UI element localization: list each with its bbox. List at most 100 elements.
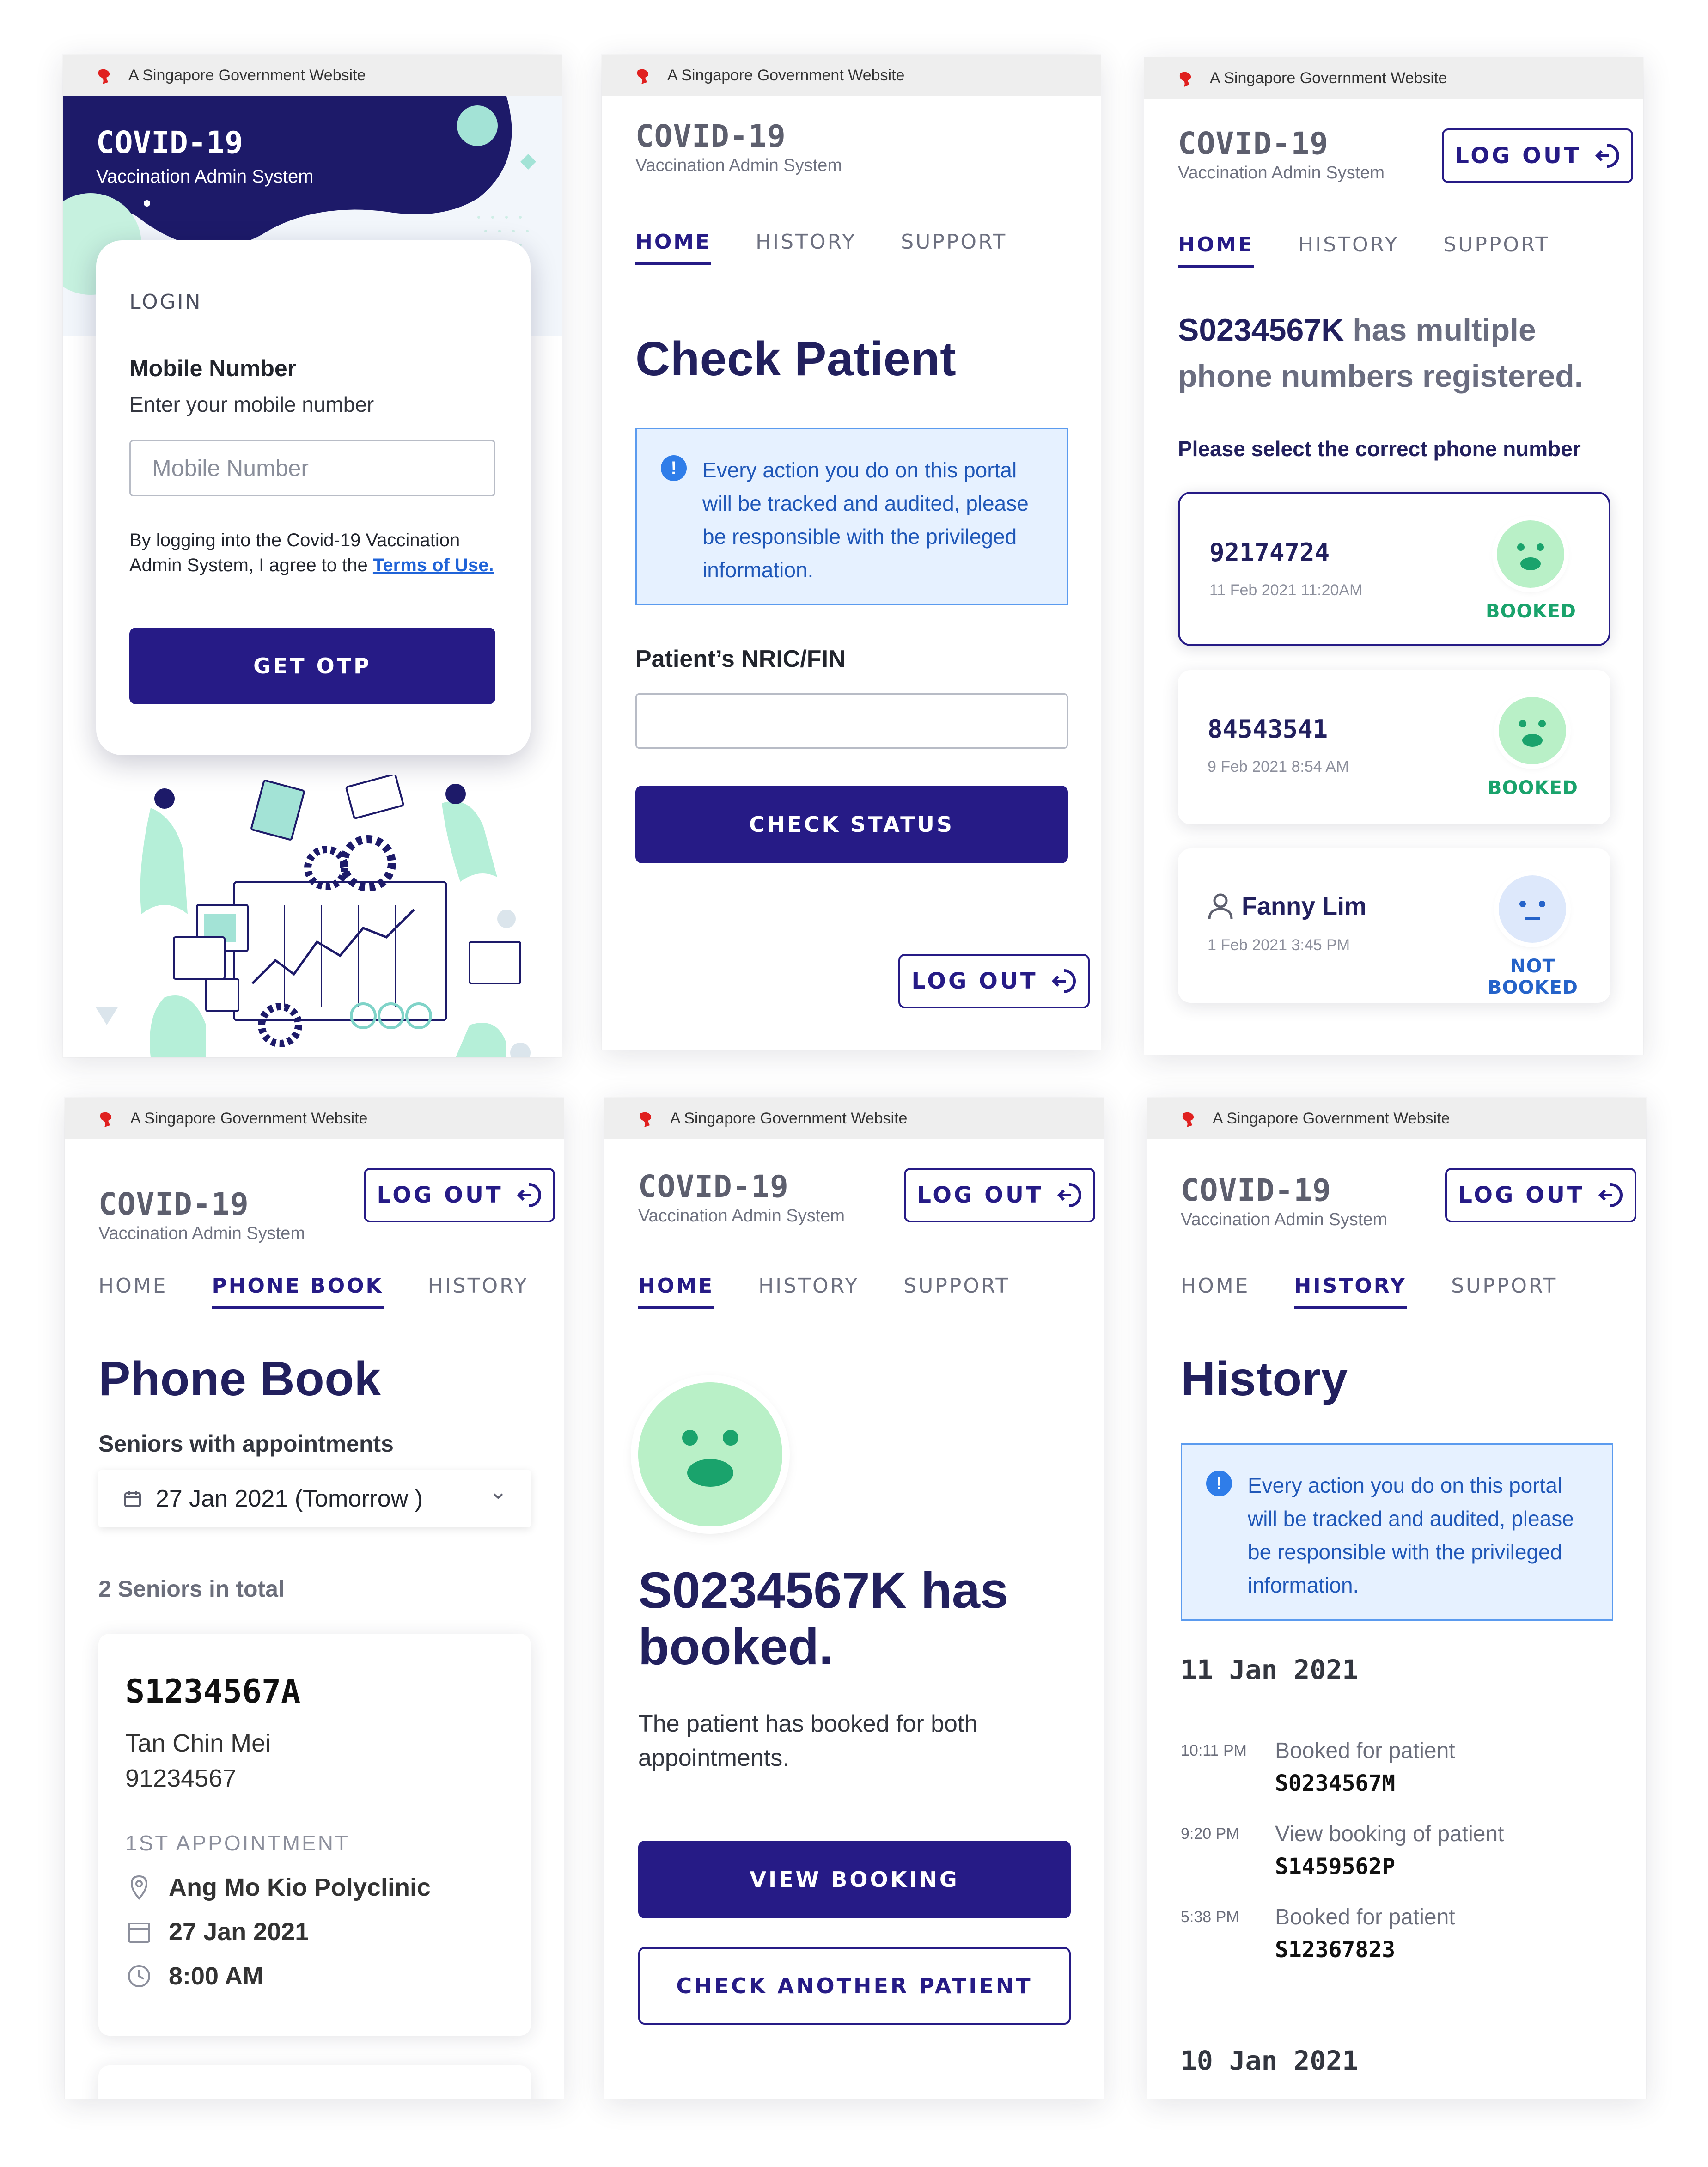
select-number-prompt: Please select the correct phone number — [1178, 437, 1581, 461]
history-action: Booked for patient — [1275, 1905, 1455, 1929]
happy-face-icon — [638, 1382, 782, 1526]
logout-icon — [1051, 969, 1076, 993]
patient-id: S0234567K — [1178, 312, 1344, 348]
audit-notice: ! Every action you do on this portal wil… — [1181, 1443, 1613, 1621]
logout-label: LOG OUT — [917, 1182, 1043, 1208]
tab-support[interactable]: SUPPORT — [903, 1274, 1010, 1309]
singapore-lion-icon — [637, 69, 649, 84]
date-select[interactable]: 27 Jan 2021 (Tomorrow ) — [98, 1470, 531, 1527]
tab-history[interactable]: HISTORY — [1294, 1274, 1407, 1309]
history-time: 5:38 PM — [1181, 1908, 1239, 1926]
logout-button[interactable]: LOG OUT — [904, 1168, 1095, 1222]
tab-support[interactable]: SUPPORT — [901, 230, 1007, 265]
info-icon: ! — [1206, 1471, 1232, 1496]
gov-banner: A Singapore Government Website — [1147, 1098, 1646, 1139]
logout-button[interactable]: LOG OUT — [1445, 1168, 1636, 1222]
phone-timestamp: 11 Feb 2021 11:20AM — [1209, 581, 1363, 599]
app-title: COVID-19 — [1181, 1172, 1331, 1208]
brand: COVID-19 Vaccination Admin System — [638, 1169, 845, 1226]
senior-card[interactable]: S1234567A Tan Chin Mei 91234567 1ST APPO… — [98, 1634, 531, 2036]
booking-status: NOT BOOKED — [1487, 956, 1579, 998]
app-subtitle: Vaccination Admin System — [1181, 1210, 1388, 1229]
tab-history[interactable]: HISTORY — [1298, 233, 1399, 268]
gov-banner-text: A Singapore Government Website — [667, 66, 905, 84]
history-date: 11 Jan 2021 — [1181, 1654, 1359, 1685]
tab-home[interactable]: HOME — [1181, 1274, 1250, 1309]
logout-icon — [1057, 1183, 1081, 1207]
singapore-lion-icon — [1179, 72, 1191, 87]
appointment-time: 8:00 AM — [125, 1962, 263, 1990]
check-status-button[interactable]: CHECK STATUS — [635, 786, 1068, 863]
brand: COVID-19 Vaccination Admin System — [98, 1186, 305, 1244]
app-title: COVID-19 — [98, 1186, 249, 1222]
brand: COVID-19 Vaccination Admin System — [635, 118, 842, 176]
appointment-label: 1ST APPOINTMENT — [125, 1831, 350, 1855]
gov-banner: A Singapore Government Website — [602, 55, 1101, 96]
main-tabs: HOME HISTORY SUPPORT — [1181, 1274, 1557, 1309]
tab-phone-book[interactable]: PHONE BOOK — [212, 1274, 384, 1309]
mobile-number-input[interactable]: Mobile Number — [129, 440, 495, 496]
app-subtitle: Vaccination Admin System — [98, 1224, 305, 1243]
nric-label: Patient’s NRIC/FIN — [635, 646, 846, 672]
seniors-total: 2 Seniors in total — [98, 1576, 285, 1602]
logout-button[interactable]: LOG OUT — [364, 1168, 555, 1222]
tab-support[interactable]: SUPPORT — [1451, 1274, 1557, 1309]
login-screen: A Singapore Government Website COVID-19 … — [63, 55, 562, 1057]
senior-card[interactable] — [98, 2065, 531, 2099]
nric-input[interactable] — [635, 693, 1068, 749]
page-title: Phone Book — [98, 1352, 381, 1406]
tab-home[interactable]: HOME — [98, 1274, 167, 1309]
gov-banner: A Singapore Government Website — [65, 1098, 564, 1139]
audit-notice-text: Every action you do on this portal will … — [1248, 1473, 1574, 1597]
history-time: 9:20 PM — [1181, 1825, 1239, 1843]
logout-button[interactable]: LOG OUT — [1442, 128, 1633, 183]
get-otp-button[interactable]: GET OTP — [129, 628, 495, 704]
location-pin-icon — [130, 1875, 148, 1900]
appointment-date: 27 Jan 2021 — [125, 1917, 309, 1946]
brand: COVID-19 Vaccination Admin System — [1181, 1172, 1387, 1230]
phone-card[interactable]: Fanny Lim 1 Feb 2021 3:45 PM NOT BOOKED — [1178, 848, 1610, 1003]
check-another-patient-button[interactable]: CHECK ANOTHER PATIENT — [638, 1947, 1071, 2025]
booking-status: BOOKED — [1487, 777, 1579, 799]
tab-history[interactable]: HISTORY — [428, 1274, 529, 1309]
singapore-lion-icon — [1182, 1112, 1194, 1127]
check-patient-screen: A Singapore Government Website COVID-19 … — [602, 55, 1101, 1050]
history-time: 10:11 PM — [1181, 1742, 1247, 1759]
tab-home[interactable]: HOME — [1178, 233, 1254, 268]
senior-phone: 91234567 — [125, 1764, 237, 1792]
phone-timestamp: 1 Feb 2021 3:45 PM — [1208, 936, 1350, 954]
tab-history[interactable]: HISTORY — [758, 1274, 859, 1309]
terms-notice: By logging into the Covid-19 Vaccination… — [129, 528, 494, 578]
date-select-value: 27 Jan 2021 (Tomorrow ) — [156, 1485, 423, 1512]
phone-card[interactable]: 92174724 11 Feb 2021 11:20AM BOOKED — [1178, 492, 1610, 646]
app-title: COVID-19 — [1178, 126, 1329, 161]
gov-banner-text: A Singapore Government Website — [670, 1109, 908, 1127]
tab-history[interactable]: HISTORY — [756, 230, 856, 265]
tab-home[interactable]: HOME — [635, 230, 712, 265]
singapore-lion-icon — [100, 1112, 112, 1127]
singapore-lion-icon — [640, 1112, 652, 1127]
tab-home[interactable]: HOME — [638, 1274, 714, 1309]
terms-of-use-link[interactable]: Terms of Use. — [373, 555, 494, 575]
hero-title: COVID-19 — [96, 125, 243, 160]
view-booking-button[interactable]: VIEW BOOKING — [638, 1841, 1071, 1918]
logout-label: LOG OUT — [1458, 1182, 1585, 1208]
gov-banner-text: A Singapore Government Website — [1213, 1109, 1450, 1127]
booked-description: The patient has booked for both appointm… — [638, 1710, 978, 1771]
app-title: COVID-19 — [638, 1169, 789, 1204]
date-text: 27 Jan 2021 — [169, 1918, 309, 1946]
logout-label: LOG OUT — [1455, 143, 1581, 169]
audit-notice: ! Every action you do on this portal wil… — [635, 428, 1068, 605]
main-tabs: HOME PHONE BOOK HISTORY SU — [98, 1274, 564, 1309]
happy-face-icon — [1497, 520, 1564, 588]
logout-button[interactable]: LOG OUT — [898, 954, 1090, 1008]
gov-banner: A Singapore Government Website — [1144, 57, 1643, 99]
booked-screen: A Singapore Government Website COVID-19 … — [604, 1098, 1104, 2099]
gov-banner: A Singapore Government Website — [604, 1098, 1104, 1139]
hero-subtitle: Vaccination Admin System — [96, 166, 314, 187]
app-title: COVID-19 — [635, 118, 786, 154]
phone-number: 84543541 — [1208, 714, 1328, 744]
history-screen: A Singapore Government Website COVID-19 … — [1147, 1098, 1646, 2099]
tab-support[interactable]: SUPPORT — [1443, 233, 1549, 268]
phone-card[interactable]: 84543541 9 Feb 2021 8:54 AM BOOKED — [1178, 670, 1610, 824]
